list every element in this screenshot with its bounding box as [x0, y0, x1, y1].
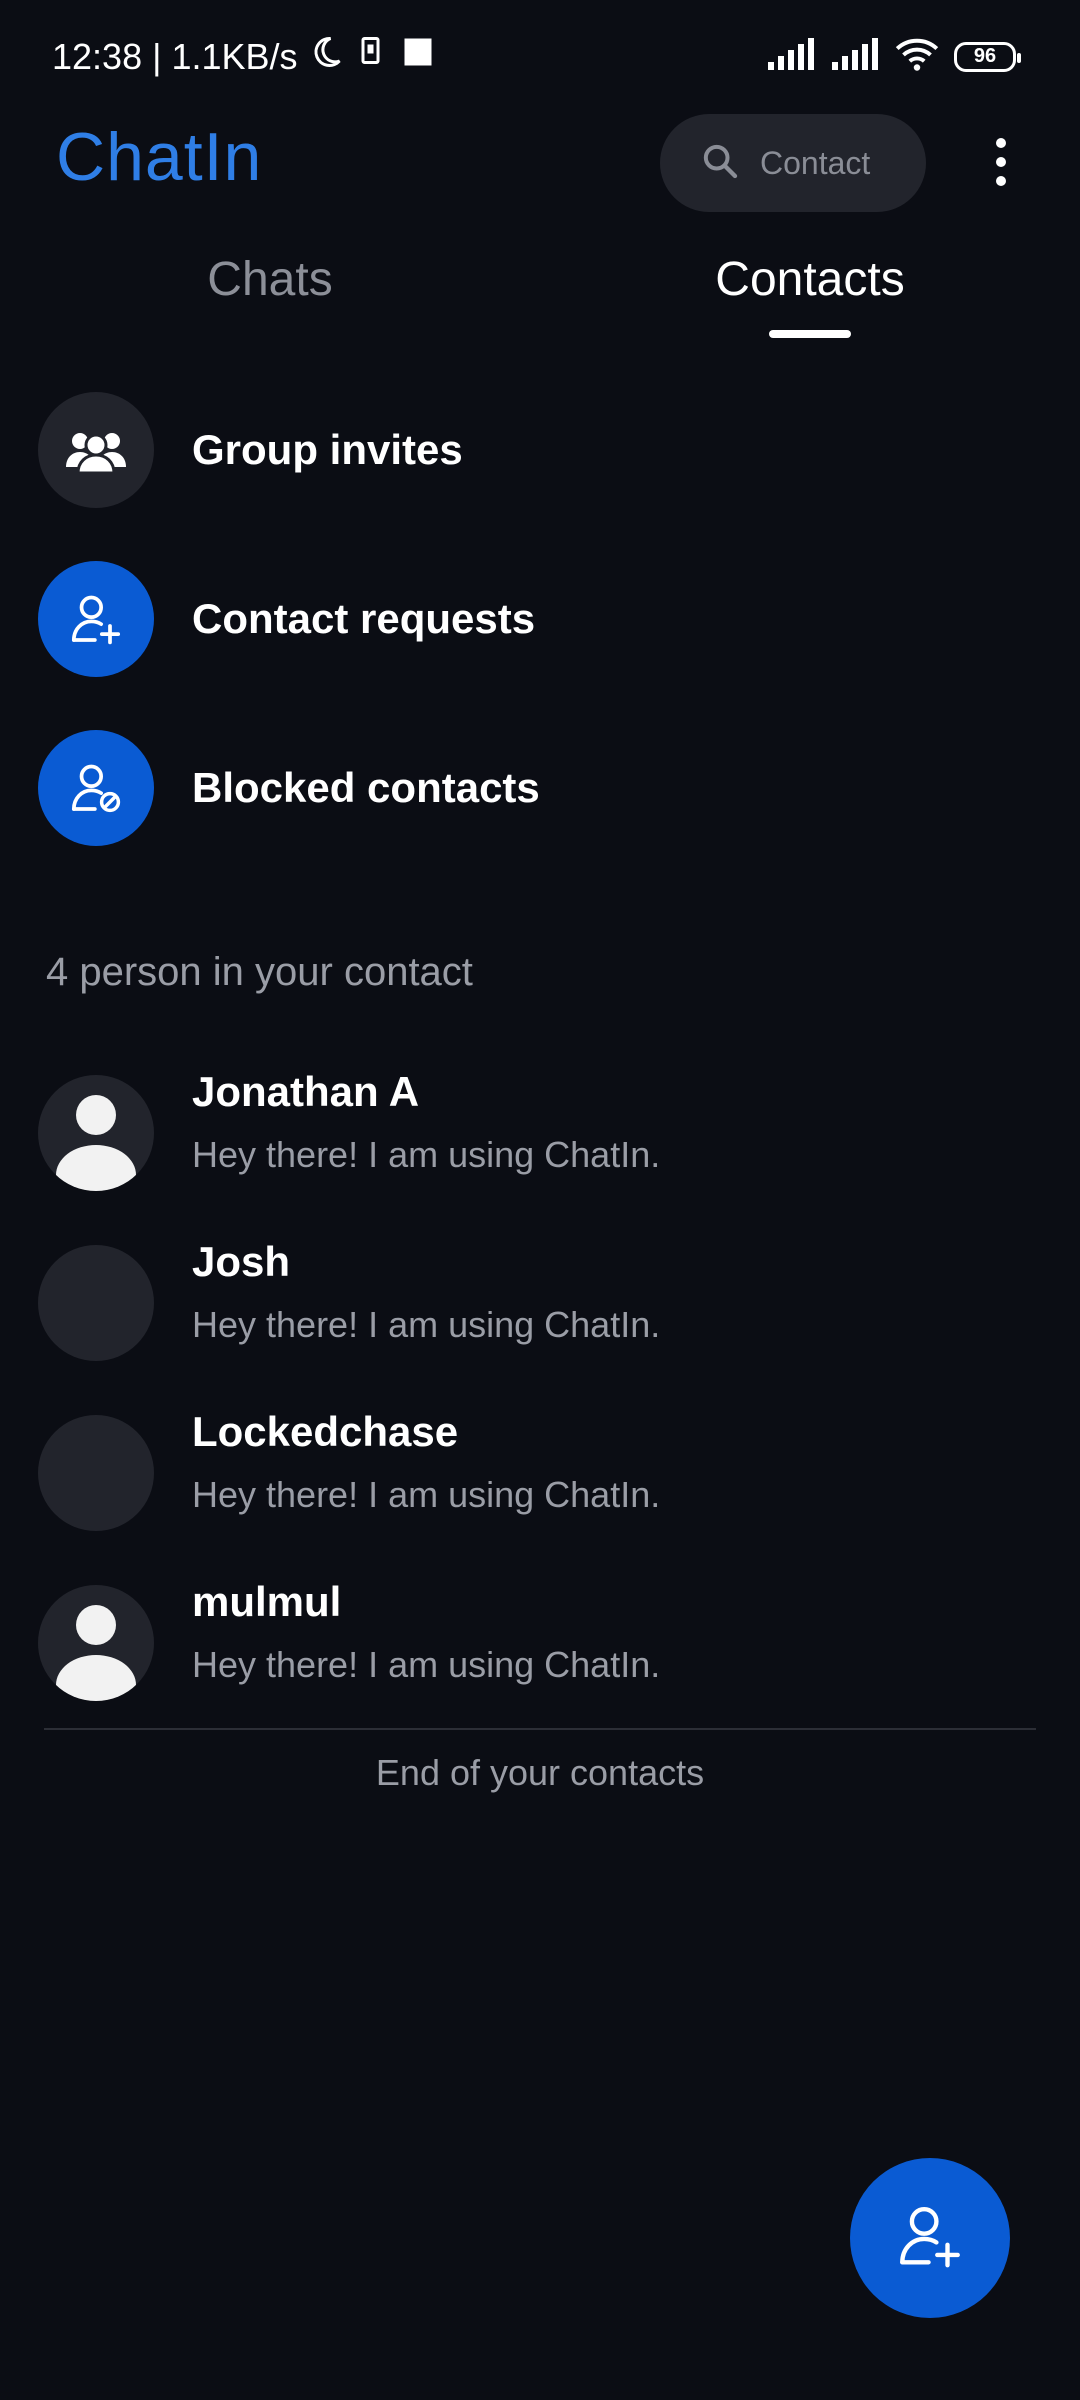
group-icon	[38, 392, 154, 508]
blocked-contacts-label: Blocked contacts	[192, 764, 540, 811]
avatar-placeholder	[38, 1245, 154, 1361]
group-invites-label: Group invites	[192, 426, 463, 473]
more-options-button[interactable]	[980, 122, 1022, 202]
battery-indicator: 96	[954, 41, 1021, 72]
active-tab-indicator	[769, 330, 851, 338]
contact-count-label: 4 person in your contact	[46, 950, 473, 994]
contact-requests-row[interactable]: Contact requests	[38, 561, 1038, 677]
contact-name: Josh	[192, 1238, 291, 1285]
dot	[996, 176, 1006, 186]
blocked-person-icon	[38, 730, 154, 846]
add-person-icon	[895, 2201, 965, 2276]
wifi-icon	[894, 36, 940, 77]
contact-name: Lockedchase	[192, 1408, 459, 1455]
avatar-placeholder	[38, 1415, 154, 1531]
tab-chats[interactable]: Chats	[150, 252, 390, 307]
signal-icon-2	[830, 38, 880, 75]
contact-status: Hey there! I am using ChatIn.	[192, 1304, 661, 1345]
dot	[996, 157, 1006, 167]
contact-name: mulmul	[192, 1578, 342, 1625]
nfc-icon	[354, 34, 390, 79]
square-notification-icon	[400, 34, 436, 79]
contact-item[interactable]: mulmul Hey there! I am using ChatIn.	[38, 1568, 1038, 1718]
avatar-default-icon	[38, 1585, 154, 1701]
status-bar: 12:38 | 1.1KB/s 96	[0, 0, 1080, 110]
contact-item[interactable]: Lockedchase Hey there! I am using ChatIn…	[38, 1398, 1038, 1548]
blocked-contacts-row[interactable]: Blocked contacts	[38, 730, 1038, 846]
contact-status: Hey there! I am using ChatIn.	[192, 1644, 661, 1685]
contact-requests-label: Contact requests	[192, 595, 536, 642]
app-title: ChatIn	[56, 119, 263, 195]
avatar-default-icon	[38, 1075, 154, 1191]
moon-icon	[308, 34, 344, 79]
search-placeholder: Contact	[760, 144, 871, 181]
group-invites-row[interactable]: Group invites	[38, 392, 1038, 508]
list-divider	[44, 1728, 1036, 1730]
status-right: 96	[766, 36, 1021, 77]
search-contact-input[interactable]: Contact	[660, 114, 926, 212]
tab-contacts[interactable]: Contacts	[680, 252, 940, 307]
contact-name: Jonathan A	[192, 1068, 420, 1115]
end-of-contacts-label: End of your contacts	[375, 1752, 705, 1793]
signal-icon	[766, 38, 816, 75]
dot	[996, 138, 1006, 148]
contacts-screen: 12:38 | 1.1KB/s 96 ChatIn Contact Chats …	[0, 0, 1080, 2400]
search-icon	[700, 141, 740, 186]
add-person-icon	[38, 561, 154, 677]
add-contact-fab[interactable]	[850, 2158, 1010, 2318]
contact-item[interactable]: Josh Hey there! I am using ChatIn.	[38, 1228, 1038, 1378]
status-left: 12:38 | 1.1KB/s	[52, 34, 436, 79]
contact-status: Hey there! I am using ChatIn.	[192, 1134, 661, 1175]
contact-item[interactable]: Jonathan A Hey there! I am using ChatIn.	[38, 1058, 1038, 1208]
contact-status: Hey there! I am using ChatIn.	[192, 1474, 661, 1515]
status-time: 12:38 | 1.1KB/s	[52, 35, 298, 77]
